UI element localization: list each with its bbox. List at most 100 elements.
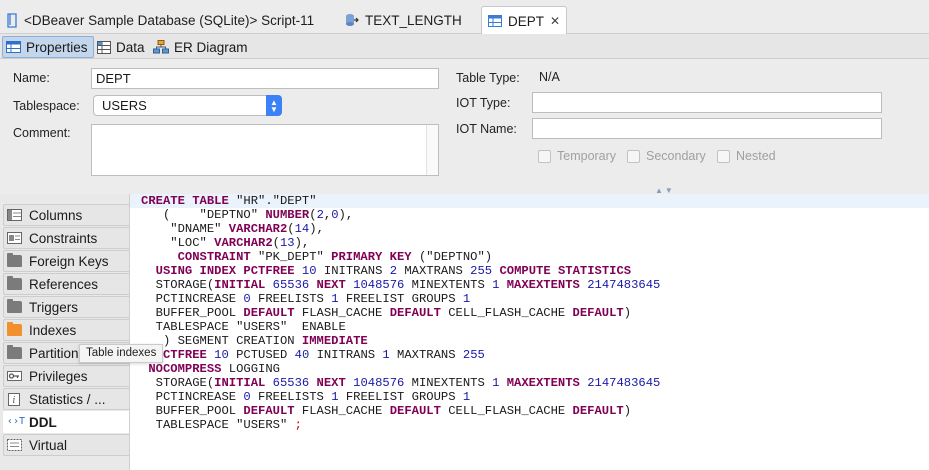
ddl-token: CONSTRAINT [177,250,259,264]
ddl-token: FLASH_CACHE [294,404,390,418]
ddl-token: 10 [301,264,317,278]
ddl-token: TABLESPACE "USERS" ENABLE [141,320,346,334]
tooltip: Table indexes [79,344,164,363]
ddl-token: MAXTRANS [389,348,463,362]
ddl-token: DEFAULT [572,404,624,418]
sql-script-icon [6,12,18,28]
procedure-icon [345,13,359,27]
ddl-token: INITRANS [309,348,383,362]
ddl-token: 2147483645 [587,376,661,390]
editor-tab-script[interactable]: <DBeaver Sample Database (SQLite)> Scrip… [6,6,314,34]
ddl-token: ( [309,208,317,222]
ddl-token: 1048576 [353,278,405,292]
side-tab-indexes[interactable]: Indexes [3,319,129,341]
ddl-token: CELL_FLASH_CACHE [440,404,573,418]
ddl-token: MAXEXTENTS [499,376,588,390]
side-tab-foreign-keys[interactable]: Foreign Keys [3,250,129,272]
ddl-token: "LOC" [141,236,215,250]
tablespace-select[interactable]: USERS ▲ ▼ [93,95,282,116]
table-properties-icon [6,41,21,53]
ddl-token: FREELISTS [250,390,332,404]
iot-name-field[interactable] [532,118,882,139]
ddl-token: NEXT [309,376,354,390]
properties-panel: Name: DEPT Tablespace: USERS ▲ ▼ Comment:… [0,59,929,194]
ddl-token: MINEXTENTS [404,376,493,390]
secondary-checkbox[interactable]: Secondary [627,149,706,163]
ddl-token: VARCHAR2 [214,236,273,250]
side-tab-triggers[interactable]: Triggers [3,296,129,318]
ddl-token: DEFAULT [389,306,441,320]
side-tab-columns[interactable]: Columns [3,204,129,226]
ddl-token: PCTFREE [155,348,215,362]
ddl-token: CELL_FLASH_CACHE [440,306,573,320]
side-tab-label: DDL [29,414,57,430]
ddl-token: ) [623,404,632,418]
ddl-token: ( [287,222,295,236]
tablespace-label: Tablespace: [13,99,80,113]
ddl-token: "DNAME" [141,222,229,236]
ddl-line: BUFFER_POOL DEFAULT FLASH_CACHE DEFAULT … [130,306,631,320]
ddl-token: FREELISTS [250,292,332,306]
side-tab-statistics[interactable]: i Statistics / ... [3,388,129,410]
ddl-token: STORAGE( [141,278,215,292]
side-tab-privileges[interactable]: Privileges [3,365,129,387]
ddl-line: TABLESPACE "USERS" ENABLE [130,320,346,334]
ddl-token: 40 [294,348,310,362]
close-icon[interactable]: ✕ [550,14,560,28]
editor-tab-dept[interactable]: DEPT ✕ [481,6,568,35]
folder-icon [7,299,22,313]
ddl-token: INITIAL [214,376,273,390]
ddl-token: DEFAULT [389,404,441,418]
iot-type-field[interactable] [532,92,882,113]
folder-orange-icon [7,322,22,336]
ddl-token [141,250,178,264]
constraints-icon [7,232,22,244]
editor-tab-label: TEXT_LENGTH [365,12,462,28]
name-label: Name: [13,71,50,85]
ddl-token: 65536 [272,278,310,292]
ddl-token: DEFAULT [243,404,295,418]
ddl-token: ("DEPTNO") [418,250,493,264]
virtual-icon [7,439,22,451]
temporary-checkbox[interactable]: Temporary [538,149,616,163]
ddl-token: PCTUSED [228,348,295,362]
ddl-line: NOCOMPRESS LOGGING [130,362,280,376]
side-tab-constraints[interactable]: Constraints [3,227,129,249]
ddl-token: BUFFER_POOL [141,404,244,418]
ddl-side-tabs: Columns Constraints Foreign Keys Referen… [0,194,130,470]
comment-field[interactable] [91,124,439,176]
ddl-token: FREELIST GROUPS [338,390,463,404]
side-tab-references[interactable]: References [3,273,129,295]
comment-scrollbar[interactable] [426,125,438,175]
side-tab-label: Indexes [29,322,77,338]
ddl-token: ; [294,418,302,432]
ddl-token: 0 [243,390,251,404]
columns-icon [7,209,22,221]
tab-er-diagram[interactable]: ER Diagram [149,36,254,58]
name-field[interactable]: DEPT [91,68,439,89]
ddl-token: 13 [279,236,295,250]
ddl-token: MINEXTENTS [404,278,493,292]
side-tab-label: Virtual [29,437,68,453]
ddl-token: ), [294,236,310,250]
side-tab-label: Statistics / ... [29,391,106,407]
tab-data[interactable]: Data [93,36,151,58]
ddl-token: 0 [243,292,251,306]
nested-checkbox[interactable]: Nested [717,149,776,163]
ddl-token: ) SEGMENT CREATION [141,334,302,348]
ddl-token: INITRANS [316,264,390,278]
ddl-token: NEXT [309,278,354,292]
ddl-token: NUMBER [265,208,310,222]
ddl-token: COMPUTE STATISTICS [492,264,632,278]
ddl-line: "DNAME" VARCHAR2(14), [130,222,324,236]
checkbox-box [538,149,551,163]
ddl-token: FLASH_CACHE [294,306,390,320]
checkbox-label: Nested [736,149,776,163]
tab-properties[interactable]: Properties [2,36,94,58]
ddl-token: CREATE TABLE [141,194,237,208]
side-tab-ddl[interactable]: ‹›T DDL [3,411,129,433]
editor-tab-text-length[interactable]: TEXT_LENGTH [345,6,462,34]
ddl-editor[interactable]: CREATE TABLE "HR"."DEPT" ( "DEPTNO" NUMB… [130,194,929,470]
side-tab-virtual[interactable]: Virtual [3,434,129,456]
sub-tab-bar: Properties Data ER Diagram [0,34,929,59]
